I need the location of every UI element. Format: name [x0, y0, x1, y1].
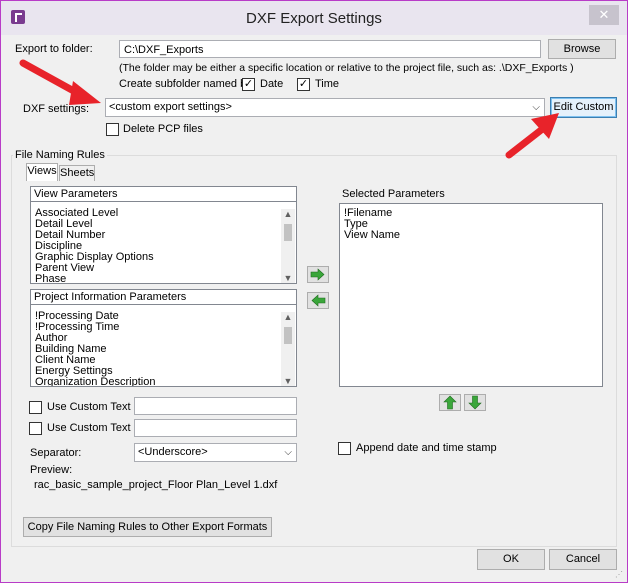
- tab-views[interactable]: Views: [26, 163, 58, 181]
- remove-parameter-button[interactable]: [307, 292, 329, 309]
- date-checkbox-label: Date: [260, 78, 284, 90]
- preview-value: rac_basic_sample_project_Floor Plan_Leve…: [34, 479, 278, 491]
- custom-text-1-checkbox[interactable]: [29, 401, 42, 414]
- browse-button[interactable]: Browse: [548, 39, 616, 59]
- dxf-export-settings-dialog: DXF Export Settings ✕ Export to folder: …: [0, 0, 628, 583]
- export-folder-input[interactable]: C:\DXF_Exports: [119, 40, 541, 58]
- list-item[interactable]: Phase: [31, 274, 296, 284]
- time-checkbox[interactable]: ✓: [297, 78, 310, 91]
- view-params-scrollbar[interactable]: ▲ ▼: [281, 209, 295, 283]
- folder-hint-text: (The folder may be either a specific loc…: [119, 62, 574, 74]
- export-folder-label: Export to folder:: [15, 43, 93, 55]
- view-parameters-list[interactable]: View Parameters Associated Level Detail …: [30, 186, 297, 284]
- view-parameters-header: View Parameters: [31, 187, 296, 202]
- move-down-button[interactable]: [464, 394, 486, 411]
- move-up-button[interactable]: [439, 394, 461, 411]
- list-item[interactable]: Organization Description: [31, 377, 296, 387]
- project-params-scrollbar[interactable]: ▲ ▼: [281, 312, 295, 386]
- scroll-up-icon[interactable]: ▲: [281, 209, 295, 219]
- custom-text-2-checkbox[interactable]: [29, 422, 42, 435]
- ok-button[interactable]: OK: [477, 549, 545, 570]
- selected-parameters-list[interactable]: !Filename Type View Name: [339, 203, 603, 387]
- scroll-up-icon[interactable]: ▲: [281, 312, 295, 322]
- scroll-down-icon[interactable]: ▼: [281, 273, 295, 283]
- scroll-thumb[interactable]: [284, 224, 292, 241]
- arrow-up-icon: [443, 395, 457, 410]
- close-button[interactable]: ✕: [589, 5, 619, 25]
- custom-text-2-label: Use Custom Text 2: [47, 422, 140, 434]
- separator-label: Separator:: [30, 447, 82, 459]
- custom-text-2-input[interactable]: [134, 419, 297, 437]
- list-item[interactable]: !Processing Time: [31, 322, 296, 333]
- resize-grip-icon[interactable]: ⋰: [615, 570, 625, 580]
- preview-label: Preview:: [30, 464, 73, 476]
- date-checkbox[interactable]: ✓: [242, 78, 255, 91]
- cancel-button[interactable]: Cancel: [549, 549, 617, 570]
- separator-select[interactable]: <Underscore> ⌵: [134, 443, 297, 462]
- project-info-parameters-list[interactable]: Project Information Parameters !Processi…: [30, 289, 297, 387]
- selected-parameters-header: Selected Parameters: [342, 188, 445, 200]
- list-item[interactable]: !Filename: [340, 208, 602, 219]
- file-naming-rules-title: File Naming Rules: [13, 149, 107, 161]
- time-checkbox-label: Time: [315, 78, 340, 90]
- separator-value: <Underscore>: [138, 446, 208, 458]
- append-timestamp-label: Append date and time stamp: [356, 442, 497, 454]
- delete-pcp-checkbox[interactable]: [106, 123, 119, 136]
- tab-sheets[interactable]: Sheets: [59, 165, 95, 181]
- list-item[interactable]: View Name: [340, 230, 602, 241]
- arrow-down-icon: [468, 395, 482, 410]
- custom-text-1-input[interactable]: [134, 397, 297, 415]
- annotation-arrow-icon: [19, 59, 101, 105]
- arrow-left-icon: [311, 294, 326, 307]
- subfolder-label: Create subfolder named by:: [119, 78, 255, 90]
- tab-strip: Views Sheets: [26, 163, 606, 185]
- window-title: DXF Export Settings: [246, 10, 382, 27]
- scroll-down-icon[interactable]: ▼: [281, 376, 295, 386]
- list-item[interactable]: Parent View: [31, 263, 296, 274]
- custom-text-1-label: Use Custom Text 1: [47, 401, 140, 413]
- title-bar: DXF Export Settings ✕: [1, 1, 627, 35]
- append-timestamp-checkbox[interactable]: [338, 442, 351, 455]
- scroll-thumb[interactable]: [284, 327, 292, 344]
- copy-naming-rules-button[interactable]: Copy File Naming Rules to Other Export F…: [23, 517, 272, 537]
- chevron-down-icon: ⌵: [284, 447, 292, 458]
- dxf-settings-select[interactable]: <custom export settings> ⌵: [105, 98, 545, 117]
- arrow-right-icon: [310, 268, 325, 281]
- annotation-arrow-icon: [505, 113, 559, 159]
- project-info-parameters-header: Project Information Parameters: [31, 290, 296, 305]
- add-parameter-button[interactable]: [307, 266, 329, 283]
- dxf-settings-value: <custom export settings>: [109, 101, 232, 113]
- delete-pcp-label: Delete PCP files: [123, 123, 203, 135]
